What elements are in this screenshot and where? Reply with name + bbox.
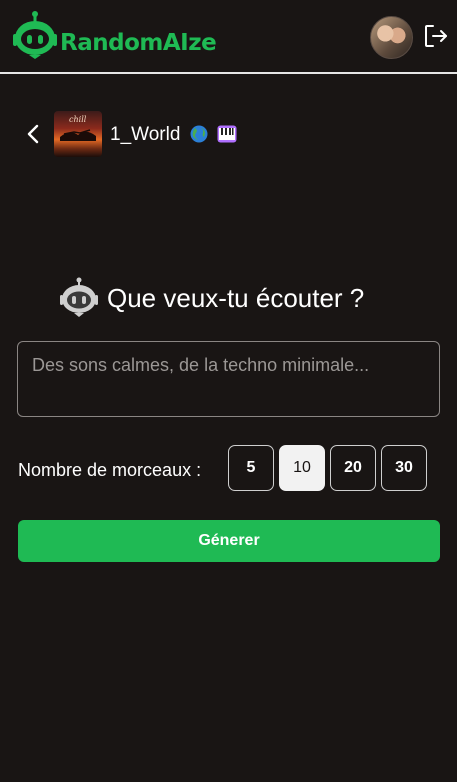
cover-text: chill [69,115,87,124]
user-avatar[interactable] [370,16,413,59]
logout-icon[interactable] [423,23,449,49]
count-option-20[interactable]: 20 [330,445,376,491]
brand-suffix: AIze [162,30,217,56]
globe-icon [190,125,208,143]
brand-name[interactable]: RandomAIze [60,28,217,58]
count-option-30[interactable]: 30 [381,445,427,491]
piano-icon [217,125,237,143]
robot-logo-icon[interactable] [13,11,57,61]
count-option-10[interactable]: 10 [279,445,325,491]
track-count-label: Nombre de morceaux : [18,460,202,480]
playlist-name: 1_World [110,124,181,145]
back-arrow-icon[interactable] [22,122,44,146]
prompt-input[interactable] [17,341,440,417]
app-header: RandomAIze [0,0,457,74]
count-option-5[interactable]: 5 [228,445,274,491]
generate-button[interactable]: Génerer [18,520,440,562]
page-heading: Que veux-tu écouter ? [107,283,365,313]
cover-silhouette [60,129,96,141]
brand-prefix: Random [60,30,163,56]
robot-icon [60,277,98,317]
playlist-title: 1_World [110,124,237,146]
playlist-cover: chill [54,111,102,157]
